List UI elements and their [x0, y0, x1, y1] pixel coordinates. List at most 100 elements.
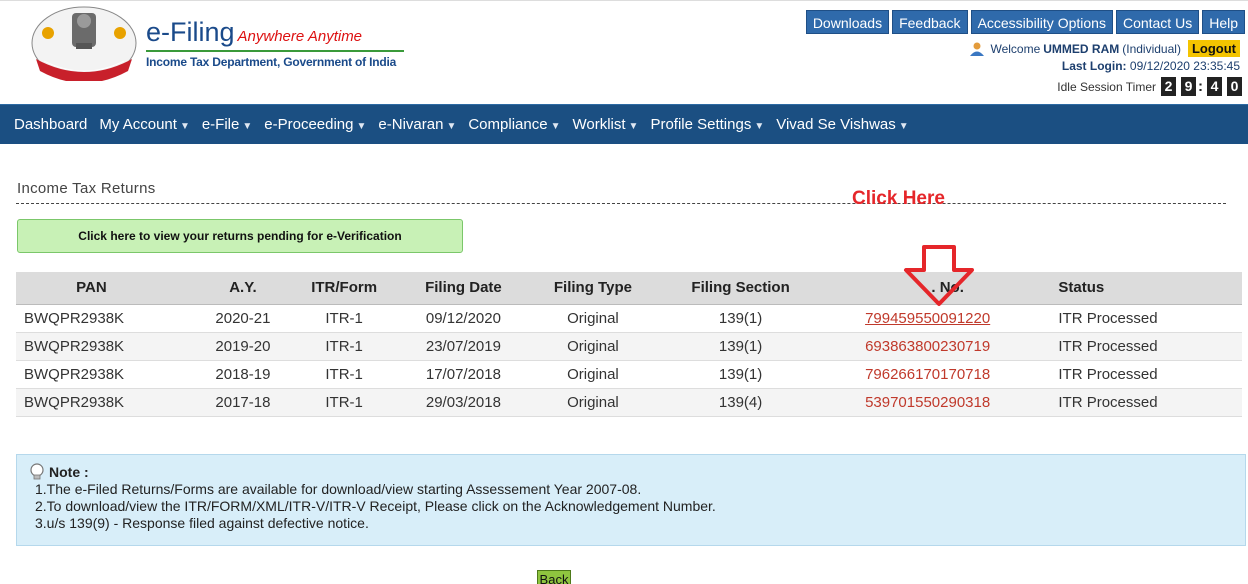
- cell-filing-date: 09/12/2020: [399, 304, 528, 333]
- pending-everification-button[interactable]: Click here to view your returns pending …: [17, 219, 463, 253]
- idle-digit: 0: [1227, 77, 1242, 96]
- cell-pan: BWQPR2938K: [16, 388, 197, 417]
- cell-pan: BWQPR2938K: [16, 360, 197, 389]
- nav-profile-settings[interactable]: Profile Settings ▼: [650, 116, 764, 133]
- ack-number-link[interactable]: 796266170170718: [865, 366, 990, 383]
- back-button[interactable]: Back: [537, 570, 571, 584]
- toplink-feedback[interactable]: Feedback: [892, 10, 968, 34]
- logout-button[interactable]: Logout: [1187, 40, 1240, 57]
- nav-e-proceeding[interactable]: e-Proceeding ▼: [264, 116, 366, 133]
- nav-label: e-Nivaran: [378, 116, 444, 133]
- cell-itr-form: ITR-1: [289, 360, 400, 389]
- main-nav: Dashboard My Account ▼ e-File ▼ e-Proceedi…: [0, 104, 1248, 144]
- nav-label: My Account: [99, 116, 177, 133]
- col-filing-type: Filing Type: [527, 272, 659, 305]
- cell-filing-section: 139(1): [658, 360, 823, 389]
- ack-number-link[interactable]: 539701550290318: [865, 394, 990, 411]
- nav-label: Vivad Se Vishwas: [776, 116, 896, 133]
- col-status: Status: [1032, 272, 1242, 305]
- site-header: e-Filing Anywhere Anytime Income Tax Depa…: [0, 0, 1248, 100]
- col-ay: A.Y.: [196, 272, 290, 305]
- note-line: 1.The e-Filed Returns/Forms are availabl…: [35, 481, 642, 497]
- down-arrow-annotation-icon: [904, 245, 974, 306]
- cell-ack-no: 693863800230719: [822, 332, 1033, 361]
- title-divider: [16, 203, 1226, 204]
- table-row: BWQPR2938K 2020-21 ITR-1 09/12/2020 Orig…: [16, 304, 1242, 333]
- income-tax-emblem-icon[interactable]: [30, 5, 138, 81]
- ack-number-link[interactable]: 799459550091220: [865, 310, 990, 327]
- col-pan: PAN: [16, 272, 197, 305]
- idle-digit: 2: [1161, 77, 1176, 96]
- cell-ack-no: 539701550290318: [822, 388, 1033, 417]
- nav-vivad-se-vishwas[interactable]: Vivad Se Vishwas ▼: [776, 116, 908, 133]
- table-header-row: PAN A.Y. ITR/Form Filing Date Filing Typ…: [16, 272, 1242, 305]
- cell-status: ITR Processed: [1032, 388, 1242, 417]
- nav-e-nivaran[interactable]: e-Nivaran ▼: [378, 116, 456, 133]
- cell-filing-date: 17/07/2018: [399, 360, 528, 389]
- cell-ack-no: 799459550091220: [822, 304, 1033, 333]
- cell-filing-section: 139(1): [658, 332, 823, 361]
- nav-label: Dashboard: [14, 116, 88, 133]
- idle-session-timer: Idle Session Timer 2 9 : 4 0: [1057, 77, 1242, 96]
- last-login-value: 09/12/2020 23:35:45: [1129, 59, 1240, 73]
- cell-ay: 2020-21: [196, 304, 290, 333]
- user-type: (Individual): [1122, 41, 1181, 56]
- chevron-down-icon: ▼: [446, 121, 457, 132]
- toplink-accessibility-options[interactable]: Accessibility Options: [970, 10, 1113, 34]
- chevron-down-icon: ▼: [628, 121, 639, 132]
- note-box: Note : 1.The e-Filed Returns/Forms are a…: [16, 454, 1246, 546]
- idle-colon: :: [1198, 78, 1203, 95]
- cell-filing-type: Original: [527, 388, 659, 417]
- cell-itr-form: ITR-1: [289, 304, 400, 333]
- cell-pan: BWQPR2938K: [16, 304, 197, 333]
- cell-filing-type: Original: [527, 360, 659, 389]
- last-login-label: Last Login:: [1061, 59, 1127, 73]
- note-header: Note :: [29, 463, 1233, 481]
- user-name: UMMED RAM: [1043, 41, 1120, 56]
- toplink-contact-us[interactable]: Contact Us: [1115, 10, 1200, 34]
- nav-label: Profile Settings: [650, 116, 752, 133]
- toplink-help[interactable]: Help: [1202, 10, 1245, 34]
- note-line: 3.u/s 139(9) - Response filed against de…: [35, 515, 369, 531]
- idle-digit: 9: [1181, 77, 1196, 96]
- cell-itr-form: ITR-1: [289, 388, 400, 417]
- top-links: Downloads Feedback Accessibility Options…: [805, 10, 1245, 34]
- cell-ay: 2019-20: [196, 332, 290, 361]
- cell-filing-date: 23/07/2019: [399, 332, 528, 361]
- cell-status: ITR Processed: [1032, 360, 1242, 389]
- cell-pan: BWQPR2938K: [16, 332, 197, 361]
- cell-filing-date: 29/03/2018: [399, 388, 528, 417]
- nav-label: Compliance: [468, 116, 548, 133]
- cell-itr-form: ITR-1: [289, 332, 400, 361]
- table-row: BWQPR2938K 2018-19 ITR-1 17/07/2018 Orig…: [16, 360, 1242, 389]
- last-login: Last Login: 09/12/2020 23:35:45: [1062, 59, 1240, 73]
- welcome-prefix: Welcome: [990, 41, 1041, 56]
- brand-title-text: e-Filing: [146, 17, 235, 47]
- brand-divider: [146, 50, 404, 52]
- toplink-downloads[interactable]: Downloads: [805, 10, 890, 34]
- idle-timer-label: Idle Session Timer: [1057, 79, 1156, 94]
- col-filing-section: Filing Section: [658, 272, 823, 305]
- nav-worklist[interactable]: Worklist ▼: [572, 116, 638, 133]
- cell-status: ITR Processed: [1032, 304, 1242, 333]
- nav-e-file[interactable]: e-File ▼: [202, 116, 252, 133]
- brand-title: e-Filing Anywhere Anytime: [146, 17, 362, 48]
- nav-compliance[interactable]: Compliance ▼: [468, 116, 560, 133]
- chevron-down-icon: ▼: [754, 121, 765, 132]
- chevron-down-icon: ▼: [179, 121, 190, 132]
- cell-ay: 2018-19: [196, 360, 290, 389]
- page-title: Income Tax Returns: [17, 180, 156, 197]
- cell-ack-no: 796266170170718: [822, 360, 1033, 389]
- ack-number-link[interactable]: 693863800230719: [865, 338, 990, 355]
- cell-filing-section: 139(1): [658, 304, 823, 333]
- brand-subtitle: Income Tax Department, Government of Ind…: [146, 55, 397, 69]
- table-row: BWQPR2938K 2017-18 ITR-1 29/03/2018 Orig…: [16, 388, 1242, 417]
- nav-my-account[interactable]: My Account ▼: [99, 116, 189, 133]
- cell-filing-section: 139(4): [658, 388, 823, 417]
- nav-dashboard[interactable]: Dashboard: [14, 116, 87, 133]
- click-here-annotation: Click Here: [852, 188, 945, 209]
- lightbulb-icon: [30, 463, 44, 480]
- cell-status: ITR Processed: [1032, 332, 1242, 361]
- idle-digit: 4: [1207, 77, 1222, 96]
- cell-filing-type: Original: [527, 304, 659, 333]
